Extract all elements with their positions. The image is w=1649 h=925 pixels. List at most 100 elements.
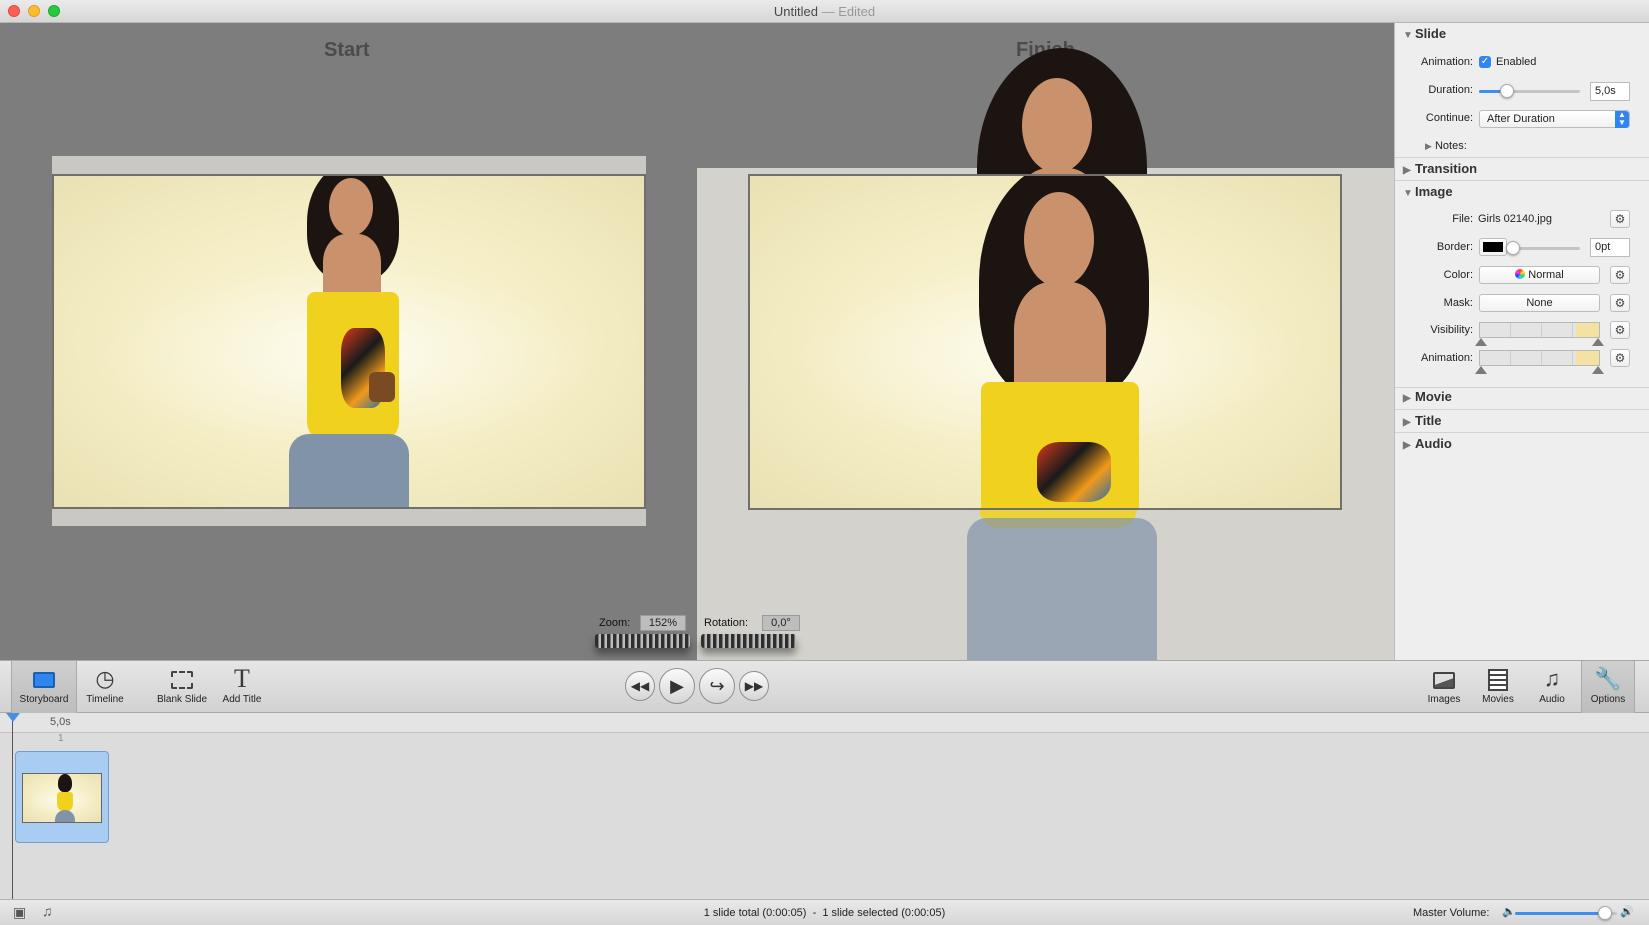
master-volume-knob[interactable] [1598,906,1612,920]
storyboard-area[interactable]: 1 [0,733,1649,899]
add-title-button[interactable]: T Add Title [217,661,267,713]
visibility-label: Visibility: [1430,324,1473,336]
border-color-swatch [1483,242,1503,252]
duration-slider-knob[interactable] [1500,84,1514,98]
fast-forward-icon: ▶▶ [744,679,764,693]
divider [1395,432,1649,433]
animation-label: Animation: [1421,56,1473,68]
window-title: Untitled — Edited [0,4,1649,19]
zoom-jog-wheel[interactable] [595,634,690,648]
transition-section-header[interactable]: ▶ Transition [1403,161,1477,176]
fast-forward-button[interactable]: ▶▶ [739,671,769,701]
mask-label: Mask: [1443,297,1473,309]
border-color-well[interactable] [1479,238,1507,256]
storyboard-button[interactable]: Storyboard [11,661,77,713]
continue-select-value: After Duration [1487,113,1555,125]
audio-section-header[interactable]: ▶ Audio [1403,436,1452,451]
options-inspector: ▼ Slide Animation: ✓ Enabled Duration: 5,… [1394,23,1649,660]
duration-field[interactable]: 5,0s [1590,82,1630,101]
file-name: Girls 02140.jpg [1478,213,1552,225]
color-button[interactable]: Normal [1479,266,1600,284]
music-note-icon: ♫ [1543,666,1561,691]
blank-slide-icon [168,666,196,692]
file-label: File: [1452,213,1473,225]
blank-slide-button[interactable]: Blank Slide [151,661,213,713]
movie-section-header[interactable]: ▶ Movie [1403,389,1452,404]
divider [1395,180,1649,181]
animation-end-handle[interactable] [1592,366,1604,374]
divider [1395,157,1649,158]
images-button[interactable]: Images [1419,661,1469,713]
start-photo-subject [249,176,449,507]
play-button[interactable]: ▶ [659,668,695,704]
playhead-handle[interactable] [6,713,20,722]
document-name: Untitled [773,4,818,19]
share-icon: ↪ [709,676,725,696]
mask-gear-button[interactable]: ⚙ [1610,294,1630,312]
animation-range-highlight [1576,351,1599,365]
image-section-header[interactable]: ▼ Image [1403,184,1453,199]
wrench-icon: 🔧 [1594,666,1622,691]
zoom-value: 152% [640,615,686,631]
movies-button[interactable]: Movies [1473,661,1523,713]
rewind-icon: ◀◀ [630,679,650,693]
animation-enabled-checkbox[interactable]: ✓ [1479,56,1491,68]
visibility-end-handle[interactable] [1592,338,1604,346]
slide-section-header[interactable]: ▼ Slide [1403,26,1446,41]
text-t-icon: T [234,664,250,693]
audio-button[interactable]: ♫ Audio [1527,661,1577,713]
select-arrows-icon: ▲ ▼ [1615,111,1629,128]
visibility-start-handle[interactable] [1475,338,1487,346]
zoom-label: Zoom: [599,617,631,629]
duration-label: Duration: [1428,84,1473,96]
rewind-button[interactable]: ◀◀ [625,671,655,701]
start-label: Start [324,39,370,61]
color-gear-button[interactable]: ⚙ [1610,266,1630,284]
slide-summary: 1 slide total (0:00:05) - 1 slide select… [703,907,946,919]
border-slider-knob[interactable] [1506,241,1520,255]
main-toolbar: Storyboard ◷ Timeline Blank Slide T Add … [0,660,1649,713]
visibility-gear-button[interactable]: ⚙ [1610,321,1630,339]
disclosure-closed-icon: ▶ [1425,141,1432,151]
border-slider[interactable] [1513,247,1580,250]
slide-thumbnail[interactable] [15,751,109,843]
finish-frame-subject [929,176,1189,508]
color-wheel-icon [1515,269,1526,279]
thumbnail-subject [53,774,77,822]
master-volume-label: Master Volume: [1413,907,1490,919]
notes-label: Notes: [1434,140,1467,152]
border-width-field[interactable]: 0pt [1590,238,1630,257]
divider [1395,409,1649,410]
storyboard-icon [30,666,58,692]
color-label: Color: [1443,269,1473,281]
rotation-label: Rotation: [704,617,749,629]
finish-frame[interactable] [748,174,1342,510]
images-icon [1430,666,1458,692]
disclosure-open-icon: ▼ [1403,30,1413,41]
animation-gear-button[interactable]: ⚙ [1610,349,1630,367]
animation-range[interactable] [1479,350,1600,366]
file-gear-button[interactable]: ⚙ [1610,210,1630,228]
mask-button[interactable]: None [1479,294,1600,312]
visibility-range-highlight [1576,323,1599,337]
timeline-button[interactable]: ◷ Timeline [80,661,130,713]
options-button[interactable]: 🔧 Options [1581,661,1635,713]
slide-editor-stage: Start Finish [0,23,1394,660]
notes-toggle[interactable]: ▶ Notes: [1425,140,1467,152]
visibility-range[interactable] [1479,322,1600,338]
timeline-ruler[interactable]: 5,0s [0,713,1649,733]
title-section-header[interactable]: ▶ Title [1403,413,1442,428]
continue-label: Continue: [1425,112,1473,124]
start-frame[interactable] [52,174,646,509]
border-label: Border: [1436,241,1473,253]
share-button[interactable]: ↪ [699,668,735,704]
mask-value: None [1526,297,1553,309]
continue-select[interactable]: After Duration ▲ ▼ [1479,110,1630,128]
rotation-value: 0,0° [762,615,800,631]
animation-start-handle[interactable] [1475,366,1487,374]
title-separator: — [821,4,835,19]
slide-thumbnail-image [22,773,102,823]
playhead-line [12,713,13,899]
animation-enabled-label: Enabled [1496,56,1537,68]
rotation-jog-wheel[interactable] [701,634,796,648]
